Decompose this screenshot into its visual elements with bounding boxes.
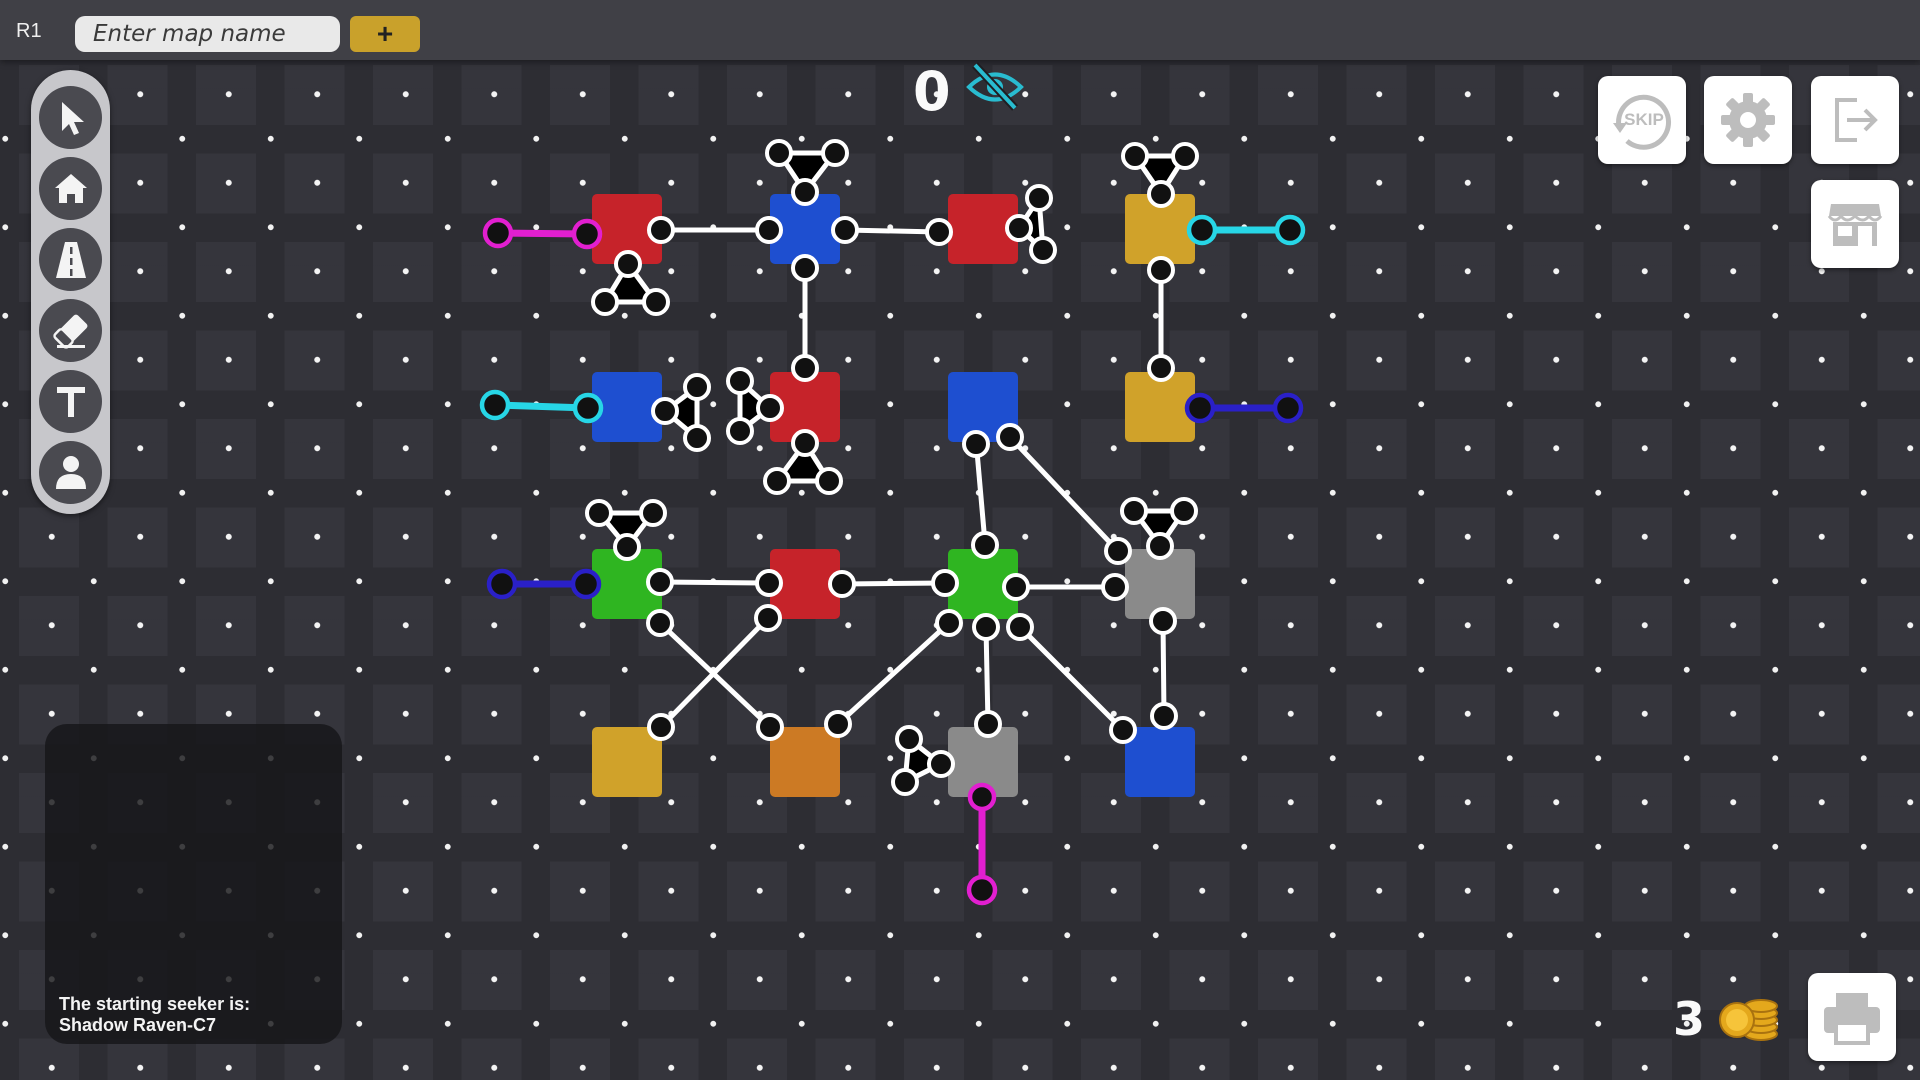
game-board bbox=[479, 139, 1306, 906]
orange-building bbox=[770, 727, 840, 797]
blue-building bbox=[1125, 727, 1195, 797]
gold-building bbox=[592, 727, 662, 797]
gold-building bbox=[1125, 372, 1195, 442]
